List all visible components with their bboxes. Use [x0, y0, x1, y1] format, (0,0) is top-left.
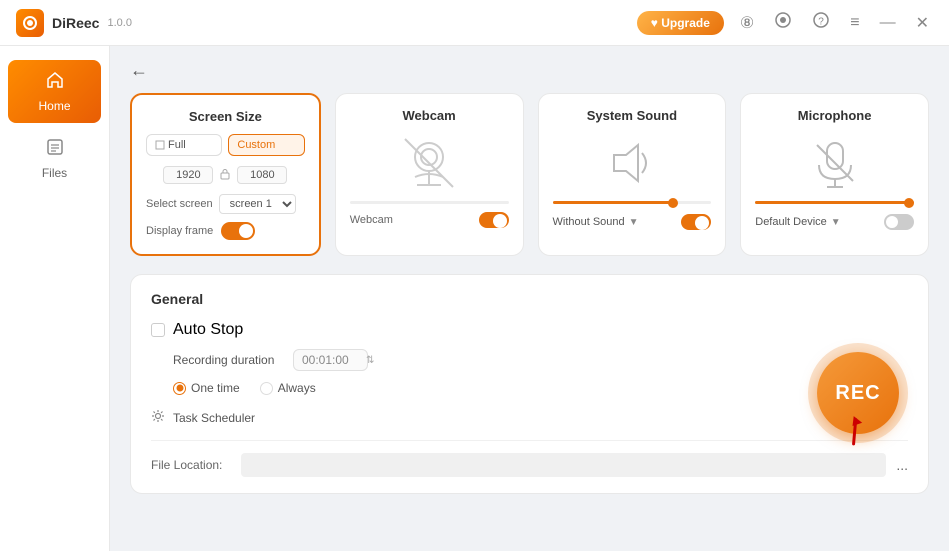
default-device-label: Default Device [755, 216, 827, 228]
webcam-toggle[interactable] [479, 212, 509, 228]
sidebar-item-home[interactable]: Home [8, 60, 101, 123]
minimize-button[interactable]: — [876, 12, 900, 34]
device-dropdown-icon[interactable]: ▼ [831, 217, 841, 228]
main-layout: Home Files ← Screen Size [0, 46, 949, 551]
file-location-label: File Location: [151, 458, 231, 472]
select-screen-row: Select screen screen 1 [146, 194, 305, 214]
task-scheduler-row[interactable]: Task Scheduler [151, 409, 908, 426]
content-area: ← Screen Size Full Custom [110, 46, 949, 551]
home-icon [45, 70, 65, 95]
system-sound-slider-fill [553, 201, 672, 204]
duration-stepper[interactable]: ⇅ [366, 355, 374, 366]
size-buttons: Full Custom [146, 134, 305, 156]
display-frame-label: Display frame [146, 225, 213, 237]
radio-row: One time Always [151, 381, 908, 395]
webcam-slider[interactable] [350, 201, 509, 204]
radio-one-time-label: One time [191, 381, 240, 395]
svg-text:?: ? [818, 17, 824, 28]
file-location-row: File Location: ... [151, 440, 908, 477]
general-section: General Auto Stop Recording duration ⇅ O… [130, 274, 929, 494]
titlebar-right: ♥ Upgrade ⑧ ? ≡ — ✕ [637, 9, 933, 36]
recording-duration-label: Recording duration [173, 353, 283, 367]
webcam-slider-row [350, 201, 509, 204]
system-sound-icon-area [553, 133, 712, 193]
screen-size-title: Screen Size [146, 109, 305, 124]
microphone-icon [807, 135, 863, 191]
system-sound-slider-track[interactable] [553, 201, 712, 204]
microphone-slider-track[interactable] [755, 201, 914, 204]
webcam-bottom-row: Webcam [350, 212, 509, 228]
microphone-slider-fill [755, 201, 914, 204]
select-screen-label: Select screen [146, 198, 213, 210]
radio-one-time-btn[interactable] [173, 382, 186, 395]
microphone-slider-thumb [904, 198, 914, 208]
system-sound-slider-thumb [668, 198, 678, 208]
record-icon[interactable] [770, 9, 796, 36]
upgrade-button[interactable]: ♥ Upgrade [637, 11, 724, 35]
rec-outer-ring: REC [808, 343, 908, 443]
screen-size-card: Screen Size Full Custom [130, 93, 321, 256]
files-icon [45, 137, 65, 162]
duration-row: Recording duration ⇅ [151, 349, 908, 371]
file-dots[interactable]: ... [896, 457, 908, 473]
titlebar-left: DiReec 1.0.0 [16, 9, 132, 37]
webcam-label: Webcam [350, 214, 393, 226]
duration-input[interactable] [302, 353, 362, 367]
task-scheduler-label: Task Scheduler [173, 411, 255, 425]
display-frame-toggle[interactable] [221, 222, 255, 240]
without-sound-label: Without Sound [553, 216, 625, 228]
system-sound-toggle[interactable] [681, 214, 711, 230]
webcam-card: Webcam Webcam [335, 93, 524, 256]
microphone-toggle[interactable] [884, 214, 914, 230]
lock-icon [219, 168, 231, 183]
file-path-bar [241, 453, 886, 477]
duration-input-wrapper: ⇅ [293, 349, 368, 371]
sidebar-item-files-label: Files [42, 166, 67, 180]
back-button[interactable]: ← [130, 60, 148, 81]
webcam-icon-area [350, 133, 509, 193]
microphone-card: Microphone Default Devi [740, 93, 929, 256]
custom-size-button[interactable]: Custom [228, 134, 304, 156]
gear-icon [151, 409, 165, 426]
full-size-button[interactable]: Full [146, 134, 222, 156]
microphone-bottom-row: Default Device ▼ [755, 214, 914, 230]
system-sound-icon [604, 135, 660, 191]
system-sound-card: System Sound Without Sound ▼ [538, 93, 727, 256]
menu-icon[interactable]: ≡ [846, 12, 863, 34]
app-name: DiReec [52, 15, 99, 31]
general-title: General [151, 291, 908, 307]
radio-always-label: Always [278, 381, 316, 395]
radio-always-btn[interactable] [260, 382, 273, 395]
device-select-wrapper: Default Device ▼ [755, 216, 840, 228]
sound-dropdown-icon[interactable]: ▼ [629, 217, 639, 228]
app-logo [16, 9, 44, 37]
radio-always[interactable]: Always [260, 381, 316, 395]
coin-icon[interactable]: ⑧ [736, 11, 758, 35]
sound-select-wrapper: Without Sound ▼ [553, 216, 639, 228]
microphone-title: Microphone [755, 108, 914, 123]
app-version: 1.0.0 [107, 17, 131, 29]
radio-one-time[interactable]: One time [173, 381, 240, 395]
width-input[interactable] [163, 166, 213, 184]
help-icon[interactable]: ? [808, 9, 834, 36]
autostop-checkbox[interactable] [151, 323, 165, 337]
display-frame-row: Display frame [146, 222, 305, 240]
titlebar: DiReec 1.0.0 ♥ Upgrade ⑧ ? ≡ — ✕ [0, 0, 949, 46]
height-input[interactable] [237, 166, 287, 184]
webcam-title: Webcam [350, 108, 509, 123]
dimensions-row [146, 166, 305, 184]
webcam-icon [401, 135, 457, 191]
screen-select[interactable]: screen 1 [219, 194, 296, 214]
sidebar: Home Files [0, 46, 110, 551]
cards-row: Screen Size Full Custom [130, 93, 929, 256]
autostop-row: Auto Stop [151, 321, 908, 339]
sidebar-item-files[interactable]: Files [8, 127, 101, 190]
sidebar-item-home-label: Home [38, 99, 70, 113]
autostop-label: Auto Stop [173, 321, 243, 339]
rec-button-area: REC [808, 343, 908, 443]
system-sound-bottom-row: Without Sound ▼ [553, 214, 712, 230]
close-button[interactable]: ✕ [912, 11, 933, 35]
system-sound-title: System Sound [553, 108, 712, 123]
microphone-icon-area [755, 133, 914, 193]
